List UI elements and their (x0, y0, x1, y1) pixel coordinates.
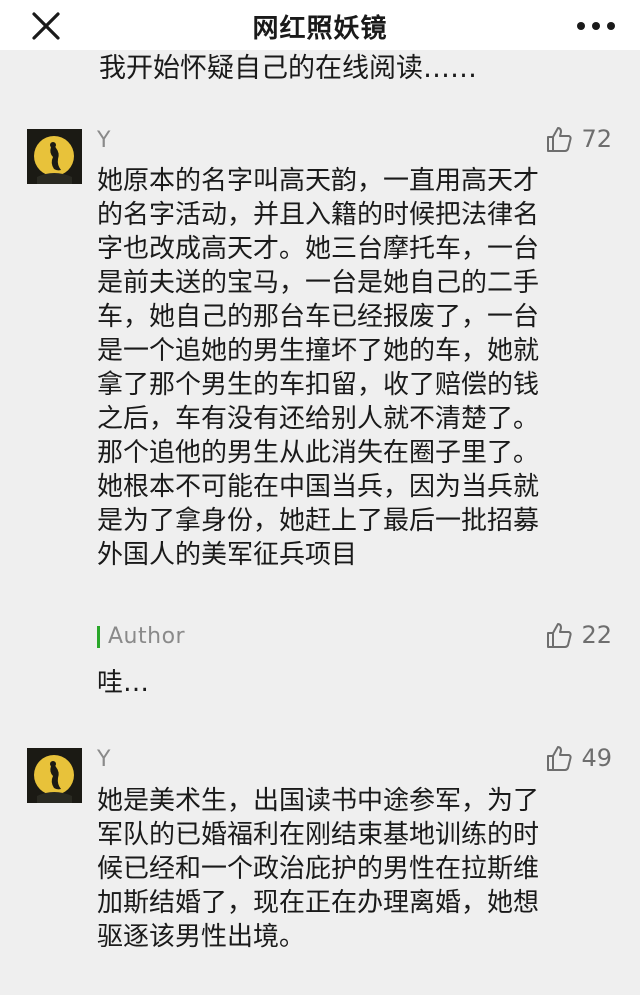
like-button[interactable]: 72 (545, 125, 612, 153)
avatar[interactable] (27, 748, 82, 803)
reply-like-button[interactable]: 22 (545, 621, 612, 649)
mermaid-avatar-icon (27, 748, 82, 803)
thumbs-up-icon (547, 623, 573, 648)
reply-text: 哇… (97, 668, 150, 698)
more-button[interactable] (574, 8, 618, 44)
comment-username[interactable]: Y (97, 747, 110, 772)
thumbs-up-icon (547, 746, 573, 771)
header-bar: 网红照妖镜 (0, 0, 640, 50)
more-icon (577, 22, 615, 30)
comment-text: 她是美术生，出国读书中途参军，为了 军队的已婚福利在刚结束基地训练的时 候已经和… (97, 786, 540, 952)
comment-username[interactable]: Y (97, 128, 110, 153)
mermaid-avatar-icon (27, 129, 82, 184)
article-comments-page: 我开始怀疑自己的在线阅读…… 网红照妖镜 Y 72 她原本的名字叫高天韵，一直用… (0, 0, 640, 995)
author-reply-header: Author (97, 624, 185, 649)
avatar[interactable] (27, 129, 82, 184)
comment-text: 她原本的名字叫高天韵，一直用高天才 的名字活动，并且入籍的时候把法律名 字也改成… (97, 166, 540, 570)
like-button[interactable]: 49 (545, 744, 612, 772)
like-count: 72 (581, 125, 612, 153)
cutoff-text: 我开始怀疑自己的在线阅读…… (99, 53, 477, 84)
like-count: 49 (581, 744, 612, 772)
author-accent-bar (97, 625, 100, 648)
page-title: 网红照妖镜 (252, 14, 388, 44)
author-label: Author (108, 624, 186, 649)
thumbs-up-icon (547, 127, 573, 152)
reply-like-count: 22 (581, 621, 612, 649)
